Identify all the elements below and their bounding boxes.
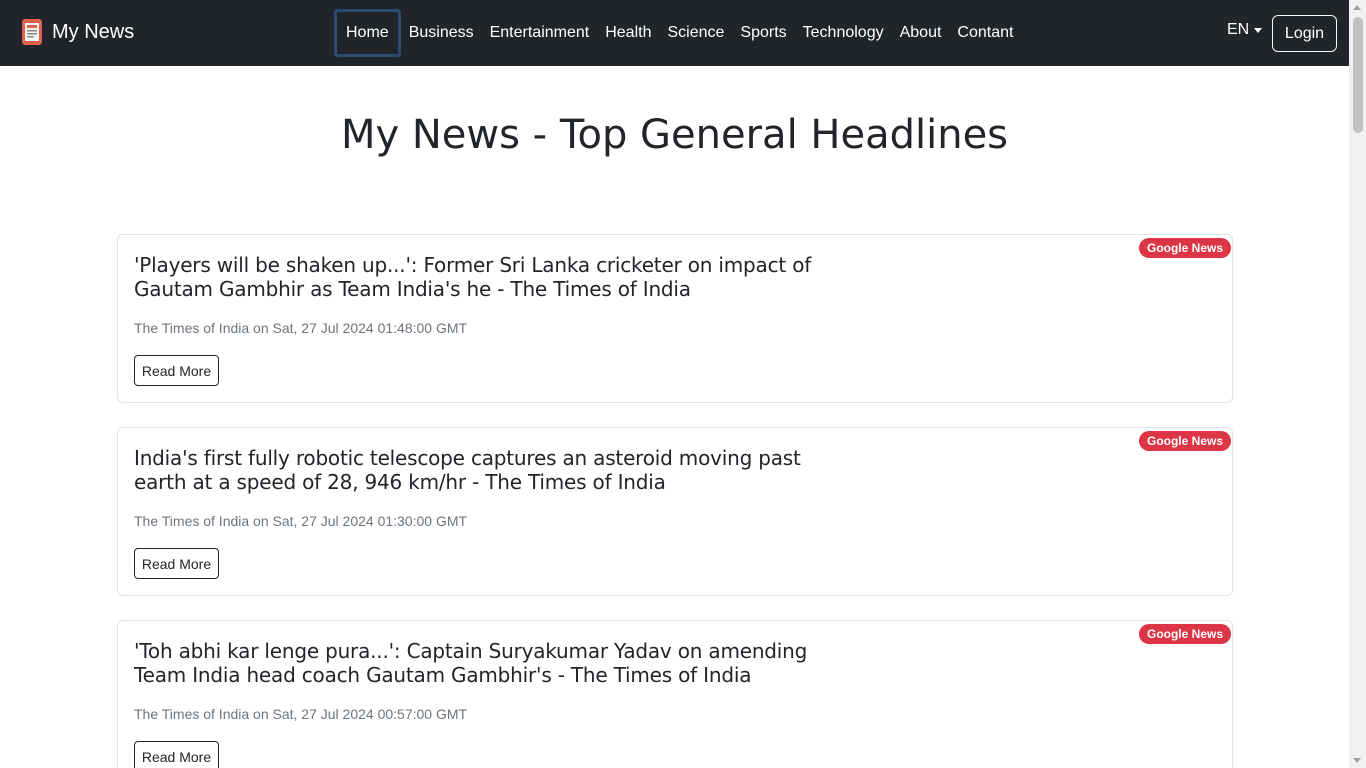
news-card: Google News 'Toh abhi kar lenge pura...'… (117, 620, 1233, 768)
login-button[interactable]: Login (1272, 15, 1337, 52)
scroll-thumb[interactable] (1353, 17, 1363, 133)
nav-about[interactable]: About (892, 9, 950, 57)
scroll-up-arrow-icon[interactable] (1353, 5, 1361, 10)
source-badge: Google News (1138, 624, 1231, 644)
nav-entertainment[interactable]: Entertainment (482, 9, 598, 57)
main-nav: Home Business Entertainment Health Scien… (334, 9, 1021, 57)
caret-down-icon (1254, 27, 1263, 33)
news-card: Google News 'Players will be shaken up..… (117, 234, 1233, 403)
news-card: Google News India's first fully robotic … (117, 427, 1233, 596)
read-more-button[interactable]: Read More (134, 355, 219, 386)
nav-technology[interactable]: Technology (795, 9, 892, 57)
read-more-button[interactable]: Read More (134, 548, 219, 579)
nav-contant[interactable]: Contant (949, 9, 1021, 57)
nav-business[interactable]: Business (401, 9, 482, 57)
news-title: 'Toh abhi kar lenge pura...': Captain Su… (134, 639, 808, 687)
nav-sports[interactable]: Sports (732, 9, 794, 57)
language-dropdown[interactable]: EN (1227, 21, 1263, 39)
newspaper-icon (22, 19, 42, 45)
brand-link[interactable]: My News (22, 19, 134, 45)
page-title: My News - Top General Headlines (340, 112, 1009, 158)
scroll-down-arrow-icon[interactable] (1353, 758, 1361, 763)
news-title: India's first fully robotic telescope ca… (134, 446, 801, 494)
nav-home[interactable]: Home (334, 9, 401, 57)
news-meta: The Times of India on Sat, 27 Jul 2024 0… (134, 320, 468, 336)
news-meta: The Times of India on Sat, 27 Jul 2024 0… (134, 706, 468, 722)
navbar: My News Home Business Entertainment Heal… (0, 0, 1349, 66)
source-badge: Google News (1138, 238, 1231, 258)
news-meta: The Times of India on Sat, 27 Jul 2024 0… (134, 513, 468, 529)
nav-health[interactable]: Health (597, 9, 659, 57)
read-more-button[interactable]: Read More (134, 741, 219, 768)
nav-science[interactable]: Science (659, 9, 732, 57)
language-label: EN (1227, 21, 1250, 38)
page-scrollbar[interactable] (1349, 0, 1366, 768)
news-title: 'Players will be shaken up...': Former S… (134, 253, 812, 301)
source-badge: Google News (1138, 431, 1231, 451)
brand-name: My News (52, 21, 135, 43)
